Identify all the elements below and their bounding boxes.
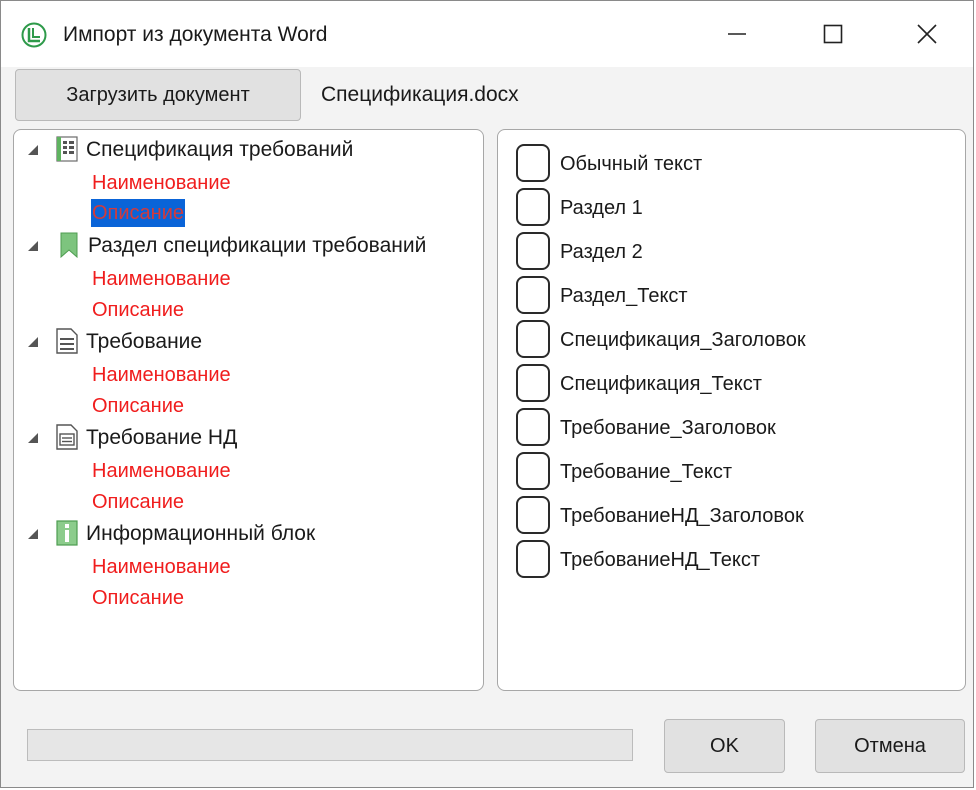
style-checkbox[interactable] — [516, 540, 550, 578]
tree-node-label[interactable]: Информационный блок — [86, 520, 315, 548]
maximize-icon — [823, 24, 843, 44]
tree-expander-icon[interactable] — [28, 529, 38, 539]
info-block-icon — [56, 520, 78, 546]
structure-tree[interactable]: Спецификация требований Наименование Опи… — [13, 129, 484, 691]
bookmark-icon — [60, 232, 78, 258]
load-document-button[interactable]: Загрузить документ — [15, 69, 301, 121]
requirement-nd-icon — [56, 424, 78, 450]
close-icon — [917, 24, 937, 44]
tree-child-description[interactable]: Описание — [92, 584, 184, 612]
style-label: ТребованиеНД_Текст — [560, 549, 761, 571]
tree-child-description[interactable]: Описание — [92, 392, 184, 420]
window-title: Импорт из документа Word — [63, 23, 328, 46]
tree-child-description-selected[interactable]: Описание — [91, 199, 186, 227]
app-logo-icon — [21, 22, 47, 48]
tree-child-name[interactable]: Наименование — [92, 169, 231, 197]
import-progress-bar — [27, 729, 633, 761]
style-checkbox[interactable] — [516, 320, 550, 358]
style-label: Спецификация_Заголовок — [560, 329, 806, 351]
style-label: ТребованиеНД_Заголовок — [560, 505, 804, 527]
tree-node-label[interactable]: Требование НД — [86, 424, 237, 452]
tree-child-description[interactable]: Описание — [92, 296, 184, 324]
style-label: Требование_Текст — [560, 461, 733, 483]
style-checkbox[interactable] — [516, 408, 550, 446]
styles-list[interactable]: Обычный текст Раздел 1 Раздел 2 Раздел_Т… — [497, 129, 966, 691]
tree-child-name[interactable]: Наименование — [92, 553, 231, 581]
requirement-doc-icon — [56, 328, 78, 354]
cancel-button[interactable]: Отмена — [815, 719, 965, 773]
tree-node-label[interactable]: Требование — [86, 328, 202, 356]
style-label: Спецификация_Текст — [560, 373, 762, 395]
title-bar[interactable]: Импорт из документа Word — [1, 1, 973, 67]
style-label: Раздел_Текст — [560, 285, 688, 307]
ok-button[interactable]: OK — [664, 719, 785, 773]
document-filename: Спецификация.docx — [321, 83, 519, 106]
maximize-button[interactable] — [787, 1, 879, 67]
style-checkbox[interactable] — [516, 496, 550, 534]
tree-node-label[interactable]: Раздел спецификации требований — [88, 232, 426, 260]
tree-node-label[interactable]: Спецификация требований — [86, 136, 353, 164]
tree-expander-icon[interactable] — [28, 145, 38, 155]
spec-grid-icon — [56, 136, 78, 162]
style-label: Раздел 2 — [560, 241, 643, 263]
style-label: Раздел 1 — [560, 197, 643, 219]
tree-expander-icon[interactable] — [28, 241, 38, 251]
tree-child-name[interactable]: Наименование — [92, 457, 231, 485]
style-checkbox[interactable] — [516, 276, 550, 314]
tree-child-name[interactable]: Наименование — [92, 361, 231, 389]
style-label: Обычный текст — [560, 153, 703, 175]
style-checkbox[interactable] — [516, 144, 550, 182]
style-checkbox[interactable] — [516, 188, 550, 226]
close-button[interactable] — [881, 1, 973, 67]
minimize-icon — [728, 33, 746, 35]
import-dialog: Импорт из документа Word Загрузить докум… — [0, 0, 974, 788]
style-checkbox[interactable] — [516, 452, 550, 490]
tree-expander-icon[interactable] — [28, 433, 38, 443]
tree-expander-icon[interactable] — [28, 337, 38, 347]
style-checkbox[interactable] — [516, 232, 550, 270]
style-label: Требование_Заголовок — [560, 417, 776, 439]
tree-child-name[interactable]: Наименование — [92, 265, 231, 293]
tree-child-description[interactable]: Описание — [92, 488, 184, 516]
minimize-button[interactable] — [691, 1, 783, 67]
style-checkbox[interactable] — [516, 364, 550, 402]
